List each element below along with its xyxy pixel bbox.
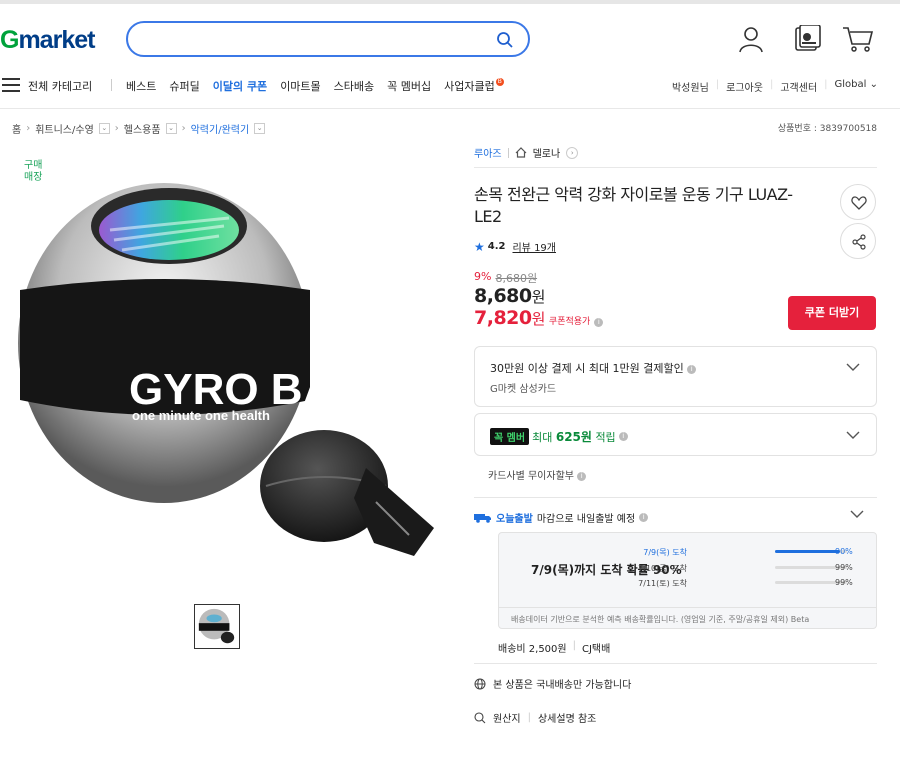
- global-link[interactable]: Global ⌄: [835, 79, 878, 94]
- chevron-down-icon[interactable]: [850, 510, 864, 518]
- membership-panel[interactable]: 꼭 멤버 최대 625원 적립 i: [474, 413, 877, 456]
- product-thumbnail[interactable]: [194, 604, 240, 649]
- divider: [474, 497, 877, 498]
- heart-icon: [851, 196, 867, 210]
- info-icon[interactable]: i: [594, 318, 604, 327]
- truck-icon: [474, 514, 491, 523]
- card-discount-sub: G마켓 삼성카드: [490, 384, 557, 395]
- chevron-right-icon[interactable]: ›: [566, 146, 579, 159]
- product-number: 상품번호 : 3839700518: [777, 124, 877, 134]
- share-button[interactable]: [840, 223, 876, 259]
- shipping-fee: 배송비 2,500원: [498, 644, 567, 655]
- chevron-down-icon[interactable]: ⌄: [98, 123, 110, 134]
- card-discount-title: 30만원 이상 결제 시 최대 1만원 결제할인 i: [490, 360, 697, 376]
- user-icon[interactable]: [737, 25, 765, 53]
- product-image[interactable]: GYRO BALL one minute one health: [14, 168, 454, 568]
- prediction-pct: 99%: [835, 563, 853, 572]
- card-discount-panel[interactable]: 30만원 이상 결제 시 최대 1만원 결제할인 i G마켓 삼성카드: [474, 346, 877, 407]
- divider: [111, 79, 112, 91]
- member-badge: 꼭 멤버: [490, 428, 530, 445]
- wishlist-button[interactable]: [840, 184, 876, 220]
- shipping-fee-row: 배송비 2,500원 | CJ택배: [498, 640, 611, 655]
- origin-label: 원산지: [493, 714, 521, 725]
- chevron-down-icon[interactable]: [846, 363, 860, 371]
- gmarket-logo[interactable]: Gmarket: [0, 26, 95, 55]
- info-icon[interactable]: i: [687, 364, 697, 374]
- origin-detail: 상세설명 참조: [537, 714, 597, 725]
- info-icon[interactable]: i: [618, 432, 628, 441]
- customer-center-link[interactable]: 고객센터: [780, 79, 817, 94]
- origin-row: 원산지 | 상세설명 참조: [474, 710, 596, 725]
- new-badge: B: [495, 78, 504, 86]
- nav-items: 베스트 슈퍼딜 이달의 쿠폰 이마트몰 스타배송 꼭 멤버십 사업자클럽 B: [126, 78, 504, 94]
- store-info: 루아즈 델로나 ›: [474, 145, 579, 160]
- search-icon[interactable]: [496, 31, 514, 49]
- carrier: CJ택배: [581, 644, 611, 655]
- prediction-pct: 99%: [835, 578, 853, 587]
- category-nav: 전체 카테고리 베스트 슈퍼딜 이달의 쿠폰 이마트몰 스타배송 꼭 멤버십 사…: [0, 76, 900, 96]
- nav-item-business-club[interactable]: 사업자클럽 B: [444, 78, 504, 94]
- brand-link[interactable]: 루아즈: [474, 145, 502, 160]
- breadcrumb-home[interactable]: 홈: [12, 121, 21, 136]
- menu-icon[interactable]: [2, 78, 20, 92]
- domestic-only: 본 상품은 국내배송만 가능합니다: [474, 676, 631, 691]
- sale-price: 8,680원: [474, 285, 545, 307]
- star-icon: ★: [474, 239, 485, 254]
- all-categories-link[interactable]: 전체 카테고리: [28, 78, 92, 94]
- review-link[interactable]: 리뷰 19개: [512, 239, 556, 254]
- rating: ★ 4.2 리뷰 19개: [474, 239, 556, 255]
- membership-reward: 꼭 멤버 최대 625원 적립 i: [490, 428, 628, 445]
- ball-logo-text: GYRO BALL: [129, 365, 388, 414]
- discount-row: 9% 8,680원: [474, 270, 537, 286]
- prediction-pct: 90%: [835, 547, 853, 556]
- prediction-note: 배송데이터 기반으로 분석한 예측 배송확률입니다. (영업일 기준, 주말/공…: [511, 615, 810, 624]
- discount-percent: 9%: [474, 270, 492, 283]
- delivery-prediction-box: 7/9(목)까지 도착 확률 90% 7/9(목) 도착 90% 7/10(금)…: [498, 532, 877, 629]
- top-border: [0, 0, 900, 4]
- shop-link[interactable]: 델로나: [533, 145, 561, 160]
- nav-item-emart[interactable]: 이마트몰: [280, 78, 320, 94]
- user-links: 박성원님 | 로그아웃 | 고객센터 | Global ⌄: [671, 79, 878, 94]
- divider: [474, 663, 877, 664]
- logout-link[interactable]: 로그아웃: [726, 79, 763, 94]
- today-ship-label: 오늘출발: [496, 514, 533, 525]
- chevron-down-icon[interactable]: ⌄: [254, 123, 266, 134]
- share-icon: [852, 234, 866, 250]
- breadcrumb-grip[interactable]: 악력기/완력기: [191, 121, 250, 136]
- search-icon: [474, 711, 486, 723]
- coupon-price: 7,820원: [474, 307, 545, 329]
- breadcrumb-fitness[interactable]: 휘트니스/수영: [35, 121, 94, 136]
- prediction-fill: [775, 550, 840, 553]
- coupon-more-button[interactable]: 쿠폰 더받기: [788, 296, 876, 330]
- cart-icon[interactable]: [842, 25, 874, 53]
- shipping-today: 오늘출발 마감으로 내일출발 예정 i: [474, 510, 649, 525]
- product-title: 손목 전완근 악력 강화 자이로볼 운동 기구 LUAZ-LE2: [474, 185, 793, 226]
- breadcrumb: 홈 › 휘트니스/수영 ⌄ › 헬스용품 ⌄ › 악력기/완력기 ⌄: [12, 121, 266, 136]
- rating-score: 4.2: [487, 241, 506, 252]
- search-input[interactable]: [126, 21, 530, 57]
- nav-item-superdeal[interactable]: 슈퍼딜: [169, 78, 199, 94]
- globe-icon: [474, 678, 486, 689]
- original-price: 8,680원: [495, 272, 538, 285]
- breadcrumb-health[interactable]: 헬스용품: [124, 121, 161, 136]
- username[interactable]: 박성원님: [672, 79, 709, 94]
- chevron-down-icon[interactable]: ⌄: [165, 123, 177, 134]
- divider: [499, 607, 876, 608]
- home-icon: [515, 147, 527, 158]
- recent-view-icon[interactable]: [792, 25, 822, 53]
- nav-item-monthly-coupon[interactable]: 이달의 쿠폰: [213, 78, 267, 94]
- chevron-down-icon[interactable]: [846, 431, 860, 439]
- ball-slogan-text: one minute one health: [132, 408, 270, 423]
- installment-info: 카드사별 무이자할부 i: [488, 467, 587, 482]
- nav-item-membership[interactable]: 꼭 멤버십: [387, 78, 431, 94]
- coupon-price-row: 7,820원 쿠폰적용가 i: [474, 307, 604, 329]
- divider: [474, 167, 877, 168]
- info-icon[interactable]: i: [639, 513, 649, 522]
- info-icon[interactable]: i: [577, 471, 587, 481]
- nav-item-star-delivery[interactable]: 스타배송: [334, 78, 374, 94]
- header-divider: [0, 108, 900, 109]
- nav-item-best[interactable]: 베스트: [126, 78, 156, 94]
- today-ship-text: 마감으로 내일출발 예정: [536, 514, 636, 525]
- coupon-price-label: 쿠폰적용가: [548, 317, 591, 327]
